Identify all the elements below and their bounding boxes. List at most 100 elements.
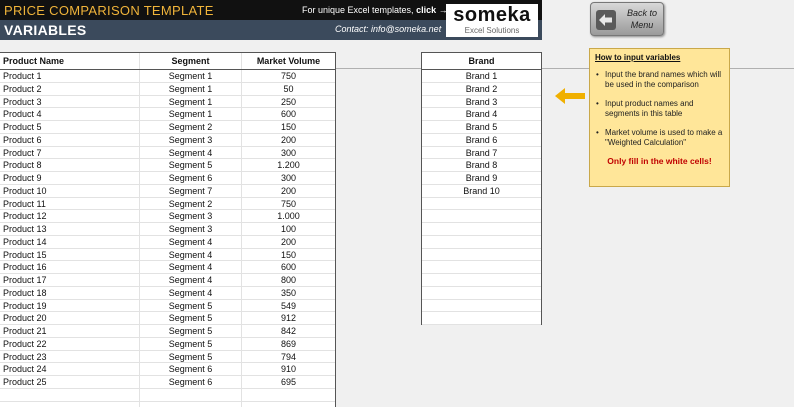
segment-cell[interactable]: Segment 3: [140, 133, 242, 146]
segment-cell[interactable]: [140, 388, 242, 401]
product-name-cell[interactable]: Product 5: [0, 121, 140, 133]
segment-cell[interactable]: Segment 5: [140, 159, 242, 171]
brand-name-cell[interactable]: Brand 1: [422, 70, 541, 82]
market-volume-cell[interactable]: 912: [242, 312, 335, 324]
market-volume-cell[interactable]: 300: [242, 147, 335, 159]
brand-name-cell[interactable]: [422, 198, 541, 210]
product-name-cell[interactable]: Product 21: [0, 325, 140, 337]
segment-cell[interactable]: Segment 4: [140, 146, 242, 159]
product-name-cell[interactable]: Product 7: [0, 146, 140, 159]
market-volume-cell[interactable]: 300: [242, 172, 335, 184]
segment-cell[interactable]: Segment 4: [140, 261, 242, 273]
segment-cell[interactable]: Segment 7: [140, 184, 242, 197]
product-name-cell[interactable]: Product 24: [0, 363, 140, 375]
brand-name-cell[interactable]: Brand 7: [422, 147, 541, 159]
market-volume-cell[interactable]: 910: [242, 363, 335, 375]
market-volume-cell[interactable]: 250: [242, 96, 335, 108]
market-volume-cell[interactable]: 695: [242, 376, 335, 388]
segment-cell[interactable]: Segment 4: [140, 235, 242, 248]
segment-cell[interactable]: Segment 6: [140, 376, 242, 388]
product-name-cell[interactable]: Product 14: [0, 235, 140, 248]
market-volume-cell[interactable]: [242, 389, 335, 401]
brand-name-cell[interactable]: [422, 249, 541, 261]
product-name-cell[interactable]: [0, 388, 140, 401]
market-volume-cell[interactable]: 800: [242, 274, 335, 286]
brand-name-cell[interactable]: Brand 2: [422, 83, 541, 95]
brand-name-cell[interactable]: Brand 4: [422, 108, 541, 120]
market-volume-cell[interactable]: 100: [242, 223, 335, 235]
segment-cell[interactable]: [140, 401, 242, 407]
contact-email[interactable]: Contact: info@someka.net: [335, 24, 441, 34]
brand-name-cell[interactable]: [422, 236, 541, 248]
product-name-cell[interactable]: Product 12: [0, 210, 140, 222]
product-name-cell[interactable]: Product 2: [0, 82, 140, 95]
product-name-cell[interactable]: Product 3: [0, 95, 140, 108]
segment-cell[interactable]: Segment 5: [140, 325, 242, 337]
segment-cell[interactable]: Segment 2: [140, 197, 242, 210]
segment-cell[interactable]: Segment 5: [140, 337, 242, 350]
back-to-menu-button[interactable]: Back to Menu: [590, 2, 664, 36]
product-name-cell[interactable]: Product 9: [0, 172, 140, 184]
brand-name-cell[interactable]: [422, 210, 541, 222]
segment-cell[interactable]: Segment 5: [140, 299, 242, 312]
segment-cell[interactable]: Segment 5: [140, 312, 242, 324]
brand-name-cell[interactable]: Brand 10: [422, 185, 541, 197]
brand-name-cell[interactable]: [422, 300, 541, 312]
market-volume-cell[interactable]: 794: [242, 351, 335, 363]
market-volume-cell[interactable]: 1.000: [242, 210, 335, 222]
market-volume-cell[interactable]: 200: [242, 236, 335, 248]
product-name-cell[interactable]: Product 19: [0, 299, 140, 312]
market-volume-cell[interactable]: 150: [242, 121, 335, 133]
market-volume-cell[interactable]: 842: [242, 325, 335, 337]
product-name-cell[interactable]: Product 23: [0, 350, 140, 363]
market-volume-cell[interactable]: 1.200: [242, 159, 335, 171]
product-name-cell[interactable]: Product 4: [0, 108, 140, 120]
market-volume-cell[interactable]: [242, 402, 335, 407]
segment-cell[interactable]: Segment 2: [140, 121, 242, 133]
brand-name-cell[interactable]: [422, 312, 541, 324]
segment-cell[interactable]: Segment 1: [140, 70, 242, 82]
promo-link[interactable]: click: [416, 5, 436, 15]
market-volume-cell[interactable]: 200: [242, 134, 335, 146]
product-name-cell[interactable]: Product 11: [0, 197, 140, 210]
product-name-cell[interactable]: Product 1: [0, 70, 140, 82]
product-name-cell[interactable]: Product 22: [0, 337, 140, 350]
segment-cell[interactable]: Segment 1: [140, 82, 242, 95]
segment-cell[interactable]: Segment 5: [140, 350, 242, 363]
product-name-cell[interactable]: [0, 401, 140, 407]
market-volume-cell[interactable]: 50: [242, 83, 335, 95]
market-volume-cell[interactable]: 350: [242, 287, 335, 299]
brand-name-cell[interactable]: [422, 274, 541, 286]
product-name-cell[interactable]: Product 16: [0, 261, 140, 273]
brand-name-cell[interactable]: Brand 8: [422, 159, 541, 171]
segment-cell[interactable]: Segment 4: [140, 286, 242, 299]
product-name-cell[interactable]: Product 8: [0, 159, 140, 171]
brand-name-cell[interactable]: [422, 223, 541, 235]
product-name-cell[interactable]: Product 13: [0, 223, 140, 235]
segment-cell[interactable]: Segment 6: [140, 363, 242, 375]
brand-name-cell[interactable]: [422, 287, 541, 299]
market-volume-cell[interactable]: 150: [242, 249, 335, 261]
brand-name-cell[interactable]: Brand 5: [422, 121, 541, 133]
brand-name-cell[interactable]: Brand 9: [422, 172, 541, 184]
market-volume-cell[interactable]: 750: [242, 70, 335, 82]
product-name-cell[interactable]: Product 17: [0, 274, 140, 286]
product-name-cell[interactable]: Product 10: [0, 184, 140, 197]
segment-cell[interactable]: Segment 3: [140, 223, 242, 235]
segment-cell[interactable]: Segment 4: [140, 274, 242, 286]
product-name-cell[interactable]: Product 6: [0, 133, 140, 146]
promo-text[interactable]: For unique Excel templates, click →: [302, 5, 448, 15]
market-volume-cell[interactable]: 549: [242, 300, 335, 312]
product-name-cell[interactable]: Product 18: [0, 286, 140, 299]
segment-cell[interactable]: Segment 1: [140, 95, 242, 108]
market-volume-cell[interactable]: 200: [242, 185, 335, 197]
segment-cell[interactable]: Segment 1: [140, 108, 242, 120]
brand-name-cell[interactable]: Brand 3: [422, 96, 541, 108]
product-name-cell[interactable]: Product 25: [0, 376, 140, 388]
brand-name-cell[interactable]: [422, 261, 541, 273]
market-volume-cell[interactable]: 600: [242, 108, 335, 120]
segment-cell[interactable]: Segment 3: [140, 210, 242, 222]
market-volume-cell[interactable]: 600: [242, 261, 335, 273]
segment-cell[interactable]: Segment 4: [140, 248, 242, 261]
brand-name-cell[interactable]: Brand 6: [422, 134, 541, 146]
